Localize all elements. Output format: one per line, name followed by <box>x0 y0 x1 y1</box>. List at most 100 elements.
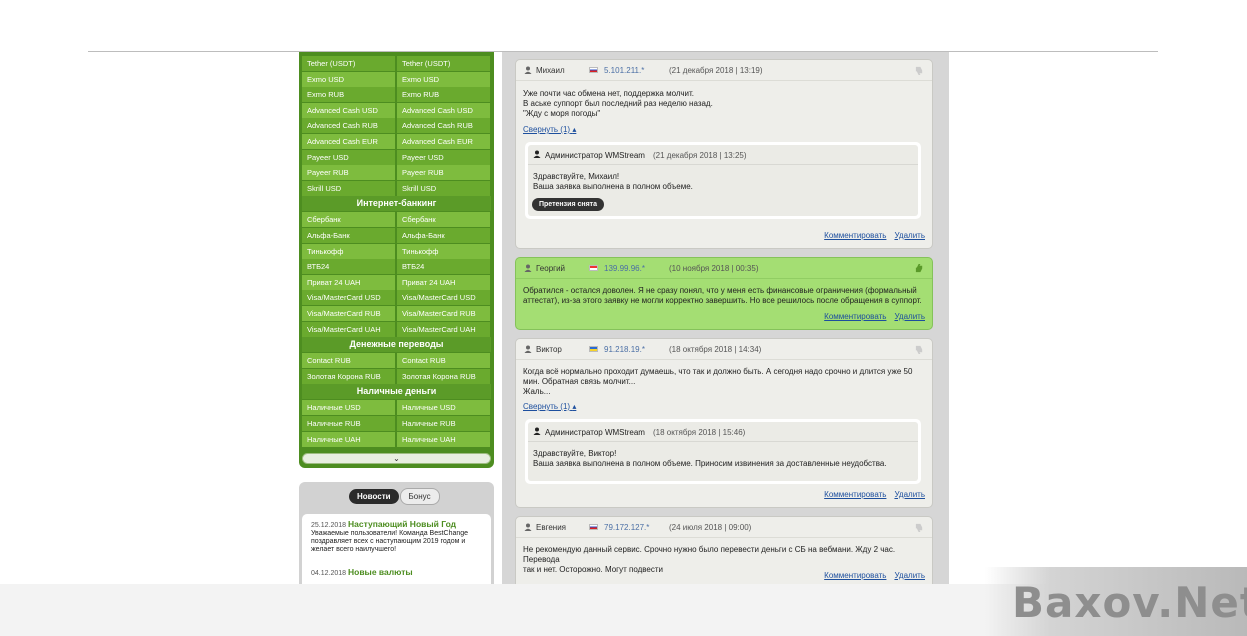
user-icon <box>524 523 532 531</box>
exchange-row: Advanced Cash RUB Advanced Cash RUB <box>302 118 491 134</box>
user-icon <box>524 66 532 74</box>
get-currency-link[interactable]: Exmo RUB <box>397 87 490 103</box>
collapse-label: Свернуть (1) <box>523 125 571 134</box>
give-currency-link[interactable]: Тинькофф <box>302 243 395 259</box>
get-currency-link[interactable]: Advanced Cash RUB <box>397 118 490 134</box>
get-currency-link[interactable]: Contact RUB <box>397 353 490 369</box>
give-currency-link[interactable]: Золотая Корона RUB <box>302 368 395 384</box>
exchange-row: Наличные RUB Наличные RUB <box>302 416 491 431</box>
give-currency-link[interactable]: Наличные RUB <box>302 416 395 431</box>
give-currency-link[interactable]: Advanced Cash USD <box>302 102 395 118</box>
get-currency-link[interactable]: Visa/MasterCard RUB <box>397 306 490 321</box>
get-currency-link[interactable]: Payeer RUB <box>397 165 490 181</box>
give-currency-link[interactable]: Payeer RUB <box>302 165 395 181</box>
review-card: Виктор 91.218.19.* (18 октября 2018 | 14… <box>515 338 933 508</box>
get-currency-link[interactable]: Visa/MasterCard USD <box>397 290 490 306</box>
review-card-positive: Георгий 139.99.96.* (10 ноября 2018 | 00… <box>515 257 933 330</box>
give-currency-link[interactable]: Visa/MasterCard RUB <box>302 306 395 321</box>
thumb-down-icon <box>915 345 923 354</box>
exchange-row: Advanced Cash USD Advanced Cash USD <box>302 102 491 118</box>
get-currency-link[interactable]: Наличные UAH <box>397 431 490 447</box>
give-currency-link[interactable]: Visa/MasterCard UAH <box>302 321 395 337</box>
exchange-row: Payeer USD Payeer USD <box>302 149 491 165</box>
review-card: Михаил 5.101.211.* (21 декабря 2018 | 13… <box>515 59 933 249</box>
delete-link[interactable]: Удалить <box>894 571 925 580</box>
news-title-link[interactable]: Новые валюты <box>348 567 413 577</box>
exchange-row: Visa/MasterCard UAH Visa/MasterCard UAH <box>302 321 491 337</box>
get-currency-link[interactable]: Visa/MasterCard UAH <box>397 321 490 337</box>
collapse-link[interactable]: Свернуть (1) ▴ <box>523 125 576 134</box>
give-currency-link[interactable]: Альфа-Банк <box>302 228 395 243</box>
get-currency-link[interactable]: Advanced Cash USD <box>397 102 490 118</box>
admin-reply: Администратор WMStream (18 октября 2018 … <box>525 419 921 484</box>
give-currency-link[interactable]: Приват 24 UAH <box>302 274 395 290</box>
category-header: Интернет-банкинг <box>302 196 491 212</box>
get-currency-link[interactable]: Приват 24 UAH <box>397 274 490 290</box>
admin-icon <box>533 150 541 158</box>
give-currency-link[interactable]: Payeer USD <box>302 149 395 165</box>
reviewer-ip: 79.172.127.* <box>604 523 650 532</box>
comment-link[interactable]: Комментировать <box>824 490 886 499</box>
exchange-row: Advanced Cash EUR Advanced Cash EUR <box>302 134 491 149</box>
get-currency-link[interactable]: Наличные RUB <box>397 416 490 431</box>
reviewer-ip: 5.101.211.* <box>604 66 645 75</box>
give-currency-link[interactable]: Visa/MasterCard USD <box>302 290 395 306</box>
delete-link[interactable]: Удалить <box>894 490 925 499</box>
exchange-row: Visa/MasterCard RUB Visa/MasterCard RUB <box>302 306 491 321</box>
get-currency-link[interactable]: Advanced Cash EUR <box>397 134 490 149</box>
get-currency-link[interactable]: Skrill USD <box>397 180 490 196</box>
exchange-row: ВТБ24 ВТБ24 <box>302 259 491 275</box>
review-card: Евгения 79.172.127.* (24 июля 2018 | 09:… <box>515 516 933 584</box>
arrow-up-icon: ▴ <box>572 402 577 411</box>
reply-text: Здравствуйте, Виктор! Ваша заявка выполн… <box>533 449 887 468</box>
exchange-row: Приват 24 UAH Приват 24 UAH <box>302 274 491 290</box>
get-currency-link[interactable]: Tether (USDT) <box>397 56 490 71</box>
collapse-link[interactable]: Свернуть (1) ▴ <box>523 402 576 411</box>
give-currency-link[interactable]: Advanced Cash EUR <box>302 134 395 149</box>
give-currency-link[interactable]: Advanced Cash RUB <box>302 118 395 134</box>
give-currency-link[interactable]: Exmo USD <box>302 71 395 87</box>
admin-name: Администратор WMStream <box>545 151 645 160</box>
delete-link[interactable]: Удалить <box>894 312 925 321</box>
tab-bonus[interactable]: Бонус <box>399 488 440 505</box>
get-currency-link[interactable]: Сбербанк <box>397 212 490 228</box>
thumb-down-icon <box>915 66 923 75</box>
flag-ua-icon <box>589 346 598 352</box>
get-currency-link[interactable]: Альфа-Банк <box>397 228 490 243</box>
news-title-link[interactable]: Наступающий Новый Год <box>348 519 456 529</box>
comment-link[interactable]: Комментировать <box>824 571 886 580</box>
get-currency-link[interactable]: Золотая Корона RUB <box>397 368 490 384</box>
get-currency-link[interactable]: Payeer USD <box>397 149 490 165</box>
get-currency-link[interactable]: Наличные USD <box>397 400 490 416</box>
news-text: Уважаемые пользователи! Команда BestChan… <box>311 530 469 553</box>
review-date: (10 ноября 2018 | 00:35) <box>669 264 759 273</box>
give-currency-link[interactable]: Наличные USD <box>302 400 395 416</box>
get-currency-link[interactable]: ВТБ24 <box>397 259 490 275</box>
exchange-row: Visa/MasterCard USD Visa/MasterCard USD <box>302 290 491 306</box>
delete-link[interactable]: Удалить <box>894 231 925 240</box>
category-header: Денежные переводы <box>302 337 491 353</box>
give-currency-link[interactable]: ВТБ24 <box>302 259 395 275</box>
give-currency-link[interactable]: Exmo RUB <box>302 87 395 103</box>
get-currency-link[interactable]: Exmo USD <box>397 71 490 87</box>
review-date: (18 октября 2018 | 14:34) <box>669 345 762 354</box>
give-currency-link[interactable]: Skrill USD <box>302 180 395 196</box>
comment-link[interactable]: Комментировать <box>824 231 886 240</box>
reviewer-ip: 139.99.96.* <box>604 264 645 273</box>
give-currency-link[interactable]: Наличные UAH <box>302 431 395 447</box>
give-currency-link[interactable]: Сбербанк <box>302 212 395 228</box>
news-item: 04.12.2018 Новые валюты <box>311 568 479 578</box>
user-icon <box>524 345 532 353</box>
tab-news[interactable]: Новости <box>349 489 399 504</box>
exchange-row: Альфа-Банк Альфа-Банк <box>302 228 491 243</box>
get-currency-link[interactable]: Тинькофф <box>397 243 490 259</box>
sidebar-expand-button[interactable]: ⌄ <box>302 453 491 464</box>
arrow-up-icon: ▴ <box>572 125 577 134</box>
give-currency-link[interactable]: Tether (USDT) <box>302 56 395 71</box>
exchange-row: Наличные USD Наличные USD <box>302 400 491 416</box>
comment-link[interactable]: Комментировать <box>824 312 886 321</box>
exchange-row: Exmo USD Exmo USD <box>302 71 491 87</box>
news-date: 25.12.2018 <box>311 522 347 529</box>
review-date: (21 декабря 2018 | 13:19) <box>669 66 763 75</box>
give-currency-link[interactable]: Contact RUB <box>302 353 395 369</box>
